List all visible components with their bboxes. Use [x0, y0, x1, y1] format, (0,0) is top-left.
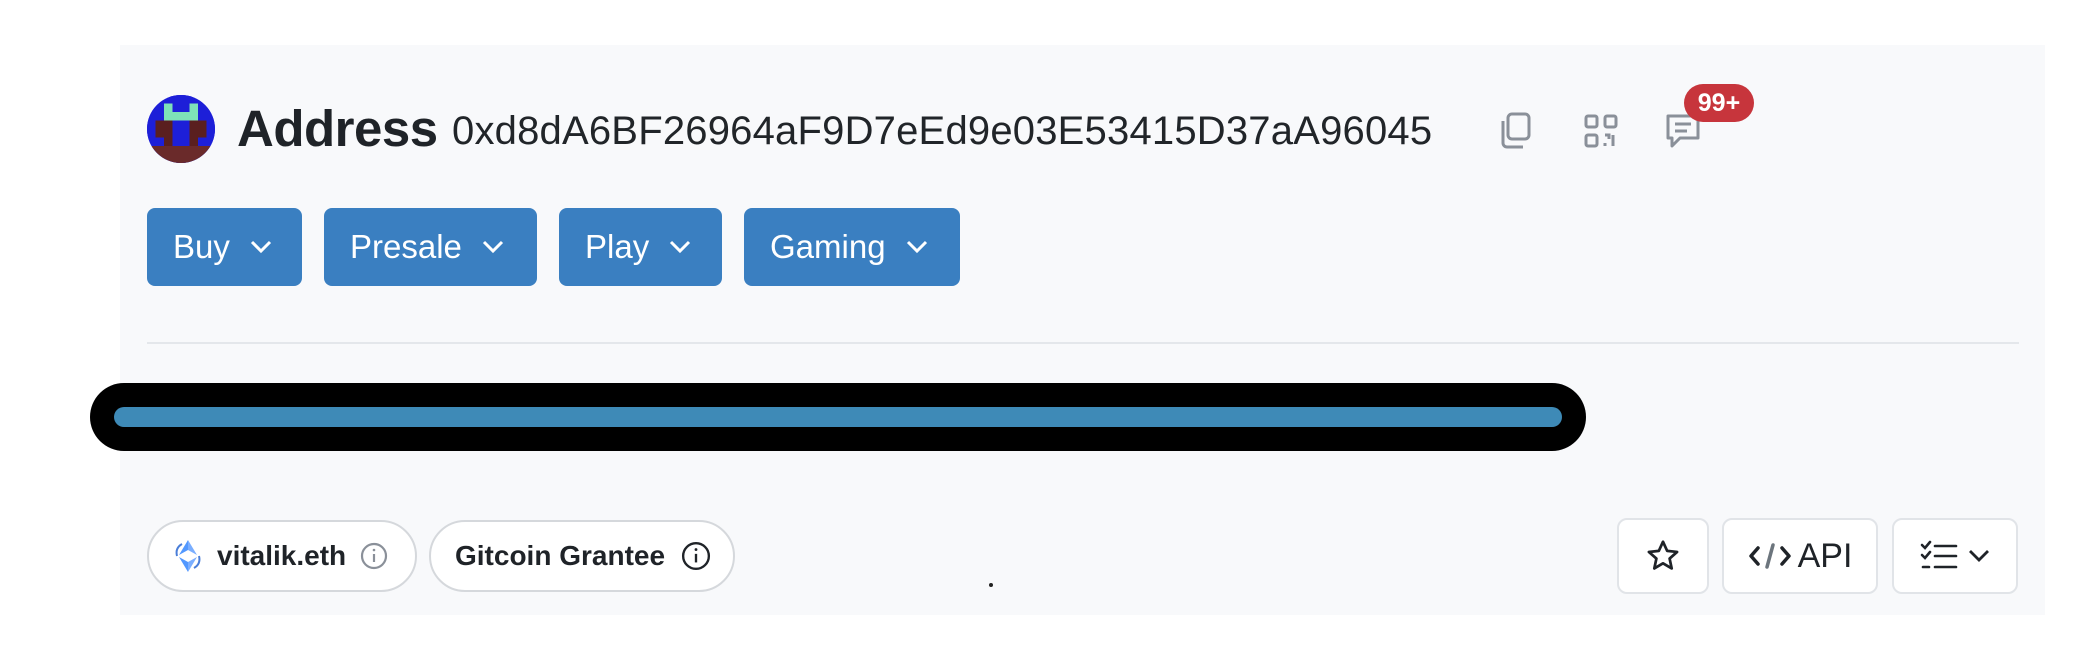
- api-label: API: [1797, 536, 1853, 575]
- presale-dropdown-label: Presale: [350, 228, 462, 265]
- page-title: Address: [237, 100, 438, 157]
- star-icon: [1645, 538, 1681, 574]
- ens-name-tag[interactable]: vitalik.eth: [147, 520, 417, 592]
- list-options-button[interactable]: [1892, 518, 2018, 594]
- gitcoin-grantee-label: Gitcoin Grantee: [455, 540, 666, 571]
- buy-dropdown-button[interactable]: Buy: [147, 208, 302, 286]
- code-icon: [1748, 541, 1792, 571]
- chevron-down-icon: [250, 240, 272, 254]
- presale-dropdown-button[interactable]: Presale: [324, 208, 537, 286]
- gitcoin-grantee-tag[interactable]: Gitcoin Grantee: [429, 520, 735, 592]
- gaming-dropdown-button[interactable]: Gaming: [744, 208, 960, 286]
- stray-dot: [989, 583, 993, 587]
- api-button[interactable]: API: [1722, 518, 1878, 594]
- info-icon[interactable]: [681, 541, 711, 571]
- play-dropdown-label: Play: [585, 228, 650, 265]
- copy-icon[interactable]: [1492, 108, 1538, 154]
- qr-code-icon[interactable]: [1578, 108, 1624, 154]
- ens-name-label: vitalik.eth: [217, 540, 347, 571]
- ens-icon: [173, 538, 203, 574]
- chevron-down-icon: [669, 240, 691, 254]
- chevron-down-icon: [1968, 549, 1990, 563]
- address-hash: 0xd8dA6BF26964aF9D7eEd9e03E53415D37aA960…: [452, 109, 1433, 153]
- chevron-down-icon: [906, 240, 928, 254]
- progress-bar-fill: [114, 407, 1562, 427]
- divider: [147, 342, 2019, 344]
- play-dropdown-button[interactable]: Play: [559, 208, 722, 286]
- buy-dropdown-label: Buy: [173, 228, 230, 265]
- checklist-icon: [1920, 540, 1958, 572]
- favorite-button[interactable]: [1617, 518, 1709, 594]
- progress-bar: [90, 383, 1586, 451]
- info-icon[interactable]: [360, 542, 388, 570]
- gaming-dropdown-label: Gaming: [770, 228, 886, 265]
- chevron-down-icon: [482, 240, 504, 254]
- comment-count-badge: 99+: [1684, 84, 1754, 122]
- avatar: [147, 95, 215, 163]
